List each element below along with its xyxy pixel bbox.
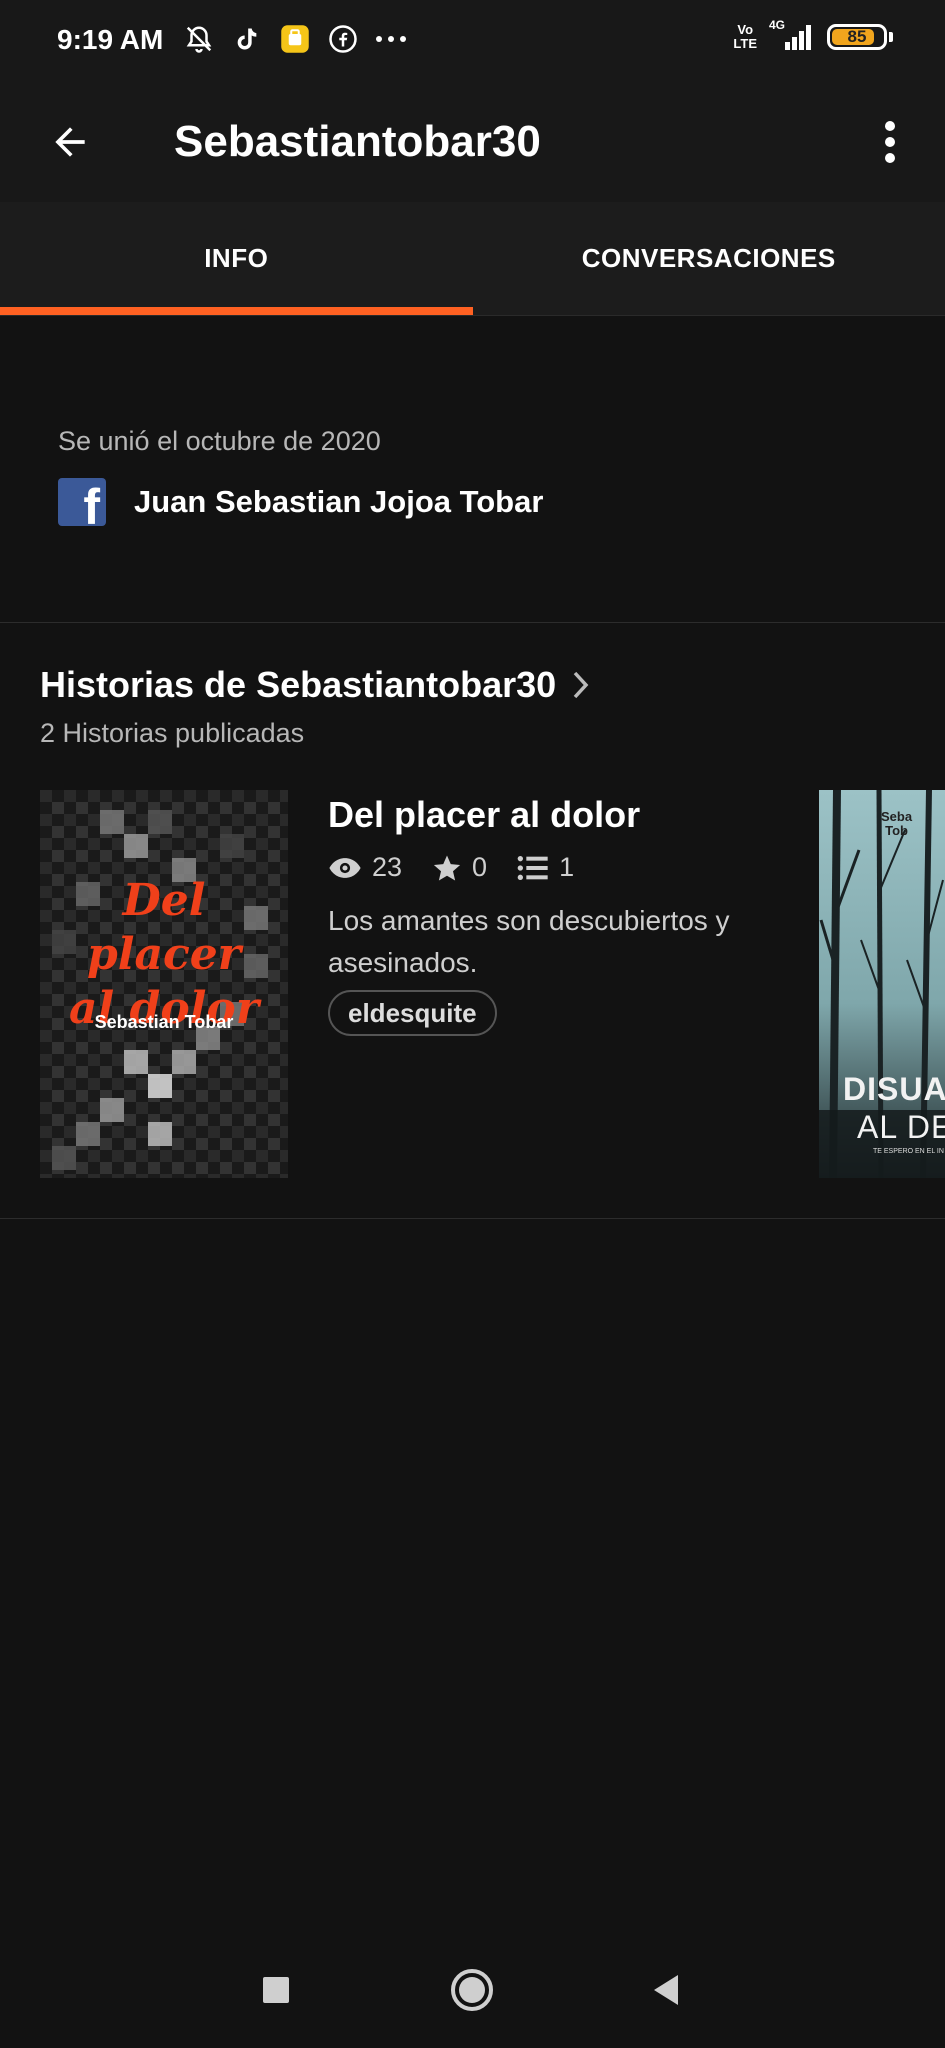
parts-stat: 1 bbox=[517, 852, 574, 883]
views-stat: 23 bbox=[328, 852, 402, 883]
joined-date: Se unió el octubre de 2020 bbox=[58, 426, 381, 456]
battery-level: 85 bbox=[847, 27, 867, 46]
back-button[interactable] bbox=[40, 112, 100, 172]
cover-author: Seba Tob bbox=[881, 809, 913, 838]
page-title: Sebastiantobar30 bbox=[174, 117, 541, 166]
circle-icon bbox=[451, 1969, 493, 2011]
status-bar: 9:19 AM Vo LTE 4G 85 bbox=[0, 0, 945, 84]
signal-icon: 4G bbox=[769, 18, 815, 52]
recents-button[interactable] bbox=[246, 1960, 306, 2020]
story-description: Los amantes son descubiertos y asesinado… bbox=[328, 905, 730, 978]
system-nav-bar bbox=[0, 1930, 945, 2048]
story-cover[interactable]: Del placer al dolor Sebastian Tobar bbox=[40, 790, 288, 1178]
story-stats: 23 0 1 bbox=[328, 852, 604, 883]
star-icon bbox=[433, 855, 461, 880]
battery-indicator: 85 bbox=[827, 24, 893, 50]
votes-count: 0 bbox=[472, 852, 488, 882]
status-time: 9:19 AM bbox=[57, 24, 164, 55]
tab-conversaciones[interactable]: CONVERSACIONES bbox=[473, 202, 945, 315]
tab-bar: INFO CONVERSACIONES bbox=[0, 202, 945, 316]
story-title[interactable]: Del placer al dolor bbox=[328, 794, 640, 836]
stories-title: Historias de Sebastiantobar30 bbox=[40, 664, 557, 705]
cover-author: Sebastian Tobar bbox=[94, 1012, 234, 1032]
home-button[interactable] bbox=[442, 1960, 502, 2020]
tiktok-icon bbox=[230, 22, 264, 56]
back-nav-button[interactable] bbox=[636, 1960, 696, 2020]
stories-count: 2 Historias publicadas bbox=[40, 718, 305, 748]
stories-header[interactable]: Historias de Sebastiantobar30 bbox=[40, 664, 590, 706]
more-dots-icon bbox=[374, 22, 408, 56]
story-tag[interactable]: eldesquite bbox=[328, 990, 497, 1036]
votes-stat: 0 bbox=[432, 852, 487, 883]
facebook-link[interactable]: f Juan Sebastian Jojoa Tobar bbox=[58, 478, 543, 526]
triangle-back-icon bbox=[654, 1975, 678, 2005]
divider bbox=[0, 622, 945, 623]
facebook-icon: f bbox=[58, 478, 106, 526]
more-vertical-icon bbox=[885, 121, 895, 163]
arrow-left-icon bbox=[55, 127, 85, 157]
notification-icons bbox=[182, 22, 408, 56]
app-notification-icon bbox=[278, 22, 312, 56]
story-cover[interactable]: Seba Tob DISUAD AL DEI TE ESPERO EN EL I… bbox=[819, 790, 945, 1178]
system-icons: Vo LTE 4G 85 bbox=[733, 18, 893, 52]
cover-title: DISUAD AL DEI bbox=[843, 1071, 945, 1145]
square-icon bbox=[263, 1977, 289, 2003]
app-bar: Sebastiantobar30 bbox=[0, 84, 945, 202]
views-count: 23 bbox=[372, 852, 403, 882]
facebook-circle-icon bbox=[326, 22, 360, 56]
divider bbox=[0, 1218, 945, 1219]
tab-info[interactable]: INFO bbox=[0, 202, 473, 315]
muted-bell-icon bbox=[182, 22, 216, 56]
list-icon bbox=[517, 855, 548, 880]
volte-indicator: Vo LTE bbox=[733, 22, 757, 51]
chevron-right-icon bbox=[570, 669, 590, 701]
facebook-name: Juan Sebastian Jojoa Tobar bbox=[134, 484, 544, 519]
cover-subtitle: TE ESPERO EN EL IN bbox=[873, 1148, 944, 1155]
parts-count: 1 bbox=[559, 852, 575, 882]
eye-icon bbox=[329, 857, 361, 878]
more-options-button[interactable] bbox=[865, 112, 915, 172]
